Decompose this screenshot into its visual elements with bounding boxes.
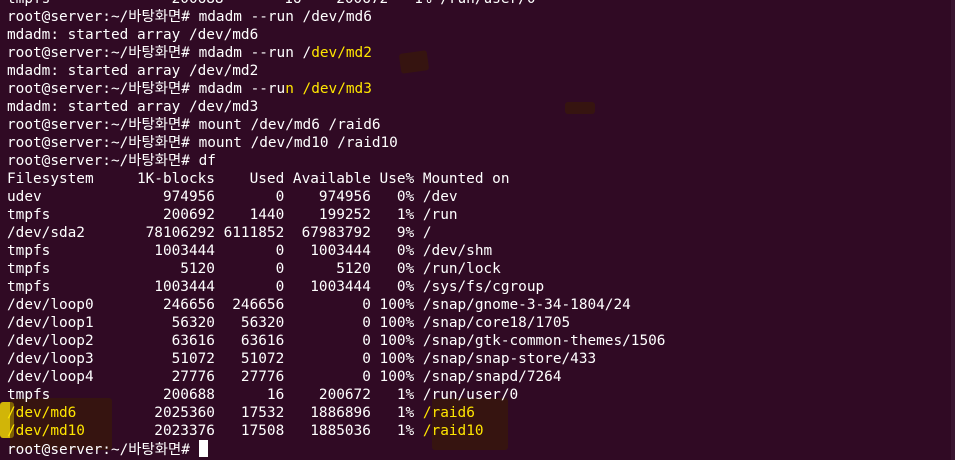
terminal-line: /dev/loop2 63616 63616 0 100% /snap/gtk-…: [7, 332, 665, 350]
terminal-text: udev 974956 0 974956 0% /dev: [7, 189, 458, 205]
terminal-text: root@server:~/바탕화면# mount /dev/md6 /raid…: [7, 117, 381, 133]
terminal-line: /dev/loop1 56320 56320 0 100% /snap/core…: [7, 314, 665, 332]
terminal-text: root@server:~/바탕화면#: [7, 442, 199, 458]
terminal-line: root@server:~/바탕화면# mount /dev/md10 /rai…: [7, 134, 665, 152]
terminal-text: tmpfs 200688 16 200672 1% /run/user/0: [7, 387, 519, 403]
terminal-text: tmpfs 200688 16 200672 1% /run/user/0: [7, 0, 536, 7]
terminal-line: root@server:~/바탕화면# mount /dev/md6 /raid…: [7, 116, 665, 134]
terminal-line: tmpfs 200692 1440 199252 1% /run: [7, 206, 665, 224]
terminal-text: Filesystem 1K-blocks Used Available Use%…: [7, 171, 510, 187]
terminal-text: /dev/sda2 78106292 6111852 67983792 9% /: [7, 225, 432, 241]
terminal-text: tmpfs 5120 0 5120 0% /run/lock: [7, 261, 501, 277]
terminal-text: root@server:~/바탕화면# mount /dev/md10 /rai…: [7, 135, 398, 151]
terminal-text: root@server:~/바탕화면# df: [7, 153, 216, 169]
terminal-line: tmpfs 5120 0 5120 0% /run/lock: [7, 260, 665, 278]
terminal-line: tmpfs 1003444 0 1003444 0% /sys/fs/cgrou…: [7, 278, 665, 296]
terminal-text: tmpfs 1003444 0 1003444 0% /dev/shm: [7, 243, 493, 259]
highlighted-text: /dev/md6: [7, 405, 77, 421]
highlighted-text: /raid10: [422, 423, 484, 439]
terminal-text: root@server:~/바탕화면# mdadm --run /: [7, 45, 312, 61]
terminal-text: /dev/loop1 56320 56320 0 100% /snap/core…: [7, 315, 571, 331]
terminal-line: /dev/loop3 51072 51072 0 100% /snap/snap…: [7, 350, 665, 368]
highlighted-text: dev/md2: [311, 45, 372, 61]
terminal-line: /dev/loop0 246656 246656 0 100% /snap/gn…: [7, 296, 665, 314]
terminal-line: root@server:~/바탕화면# df: [7, 152, 665, 170]
terminal-text: tmpfs 200692 1440 199252 1% /run: [7, 207, 458, 223]
terminal-line: tmpfs 1003444 0 1003444 0% /dev/shm: [7, 242, 665, 260]
highlighted-text: n /dev/md3: [285, 81, 372, 97]
terminal-text: mdadm: started array /dev/md2: [7, 63, 259, 79]
terminal-text: 2023376 17508 1885036 1%: [84, 423, 423, 439]
terminal-window[interactable]: tmpfs 200688 16 200672 1% /run/user/0 roo…: [0, 0, 955, 460]
terminal-text: /dev/loop4 27776 27776 0 100% /snap/snap…: [7, 369, 562, 385]
scrollbar[interactable]: [951, 0, 955, 460]
terminal-text: /dev/loop0 246656 246656 0 100% /snap/gn…: [7, 297, 631, 313]
terminal-line: mdadm: started array /dev/md2: [7, 62, 665, 80]
terminal-line: root@server:~/바탕화면# mdadm --run /dev/md3: [7, 80, 665, 98]
terminal-line: root@server:~/바탕화면# mdadm --run /dev/md2: [7, 44, 665, 62]
terminal-text: /dev/loop2 63616 63616 0 100% /snap/gtk-…: [7, 333, 666, 349]
highlighted-text: /dev/md10: [7, 423, 85, 439]
terminal-line: root@server:~/바탕화면# mdadm --run /dev/md6: [7, 8, 665, 26]
terminal-text: root@server:~/바탕화면# mdadm --run /dev/md6: [7, 9, 372, 25]
terminal-output: tmpfs 200688 16 200672 1% /run/user/0 roo…: [7, 0, 665, 458]
terminal-text: /dev/loop3 51072 51072 0 100% /snap/snap…: [7, 351, 597, 367]
terminal-line: tmpfs 200688 16 200672 1% /run/user/0: [7, 0, 665, 8]
highlighted-text: /raid6: [422, 405, 475, 421]
terminal-line: udev 974956 0 974956 0% /dev: [7, 188, 665, 206]
terminal-line: /dev/md6 2025360 17532 1886896 1% /raid6: [7, 404, 665, 422]
terminal-text: tmpfs 1003444 0 1003444 0% /sys/fs/cgrou…: [7, 279, 545, 295]
terminal-line: /dev/loop4 27776 27776 0 100% /snap/snap…: [7, 368, 665, 386]
terminal-text: 2025360 17532 1886896 1%: [76, 405, 423, 421]
terminal-line: /dev/md10 2023376 17508 1885036 1% /raid…: [7, 422, 665, 440]
terminal-text: root@server:~/바탕화면# mdadm --ru: [7, 81, 286, 97]
terminal-line: /dev/sda2 78106292 6111852 67983792 9% /: [7, 224, 665, 242]
terminal-line: Filesystem 1K-blocks Used Available Use%…: [7, 170, 665, 188]
terminal-text: mdadm: started array /dev/md6: [7, 27, 259, 43]
terminal-line: mdadm: started array /dev/md6: [7, 26, 665, 44]
terminal-line: root@server:~/바탕화면#: [7, 440, 665, 458]
terminal-line: tmpfs 200688 16 200672 1% /run/user/0: [7, 386, 665, 404]
terminal-text: mdadm: started array /dev/md3: [7, 99, 259, 115]
terminal-line: mdadm: started array /dev/md3: [7, 98, 665, 116]
text-cursor: [198, 440, 208, 457]
